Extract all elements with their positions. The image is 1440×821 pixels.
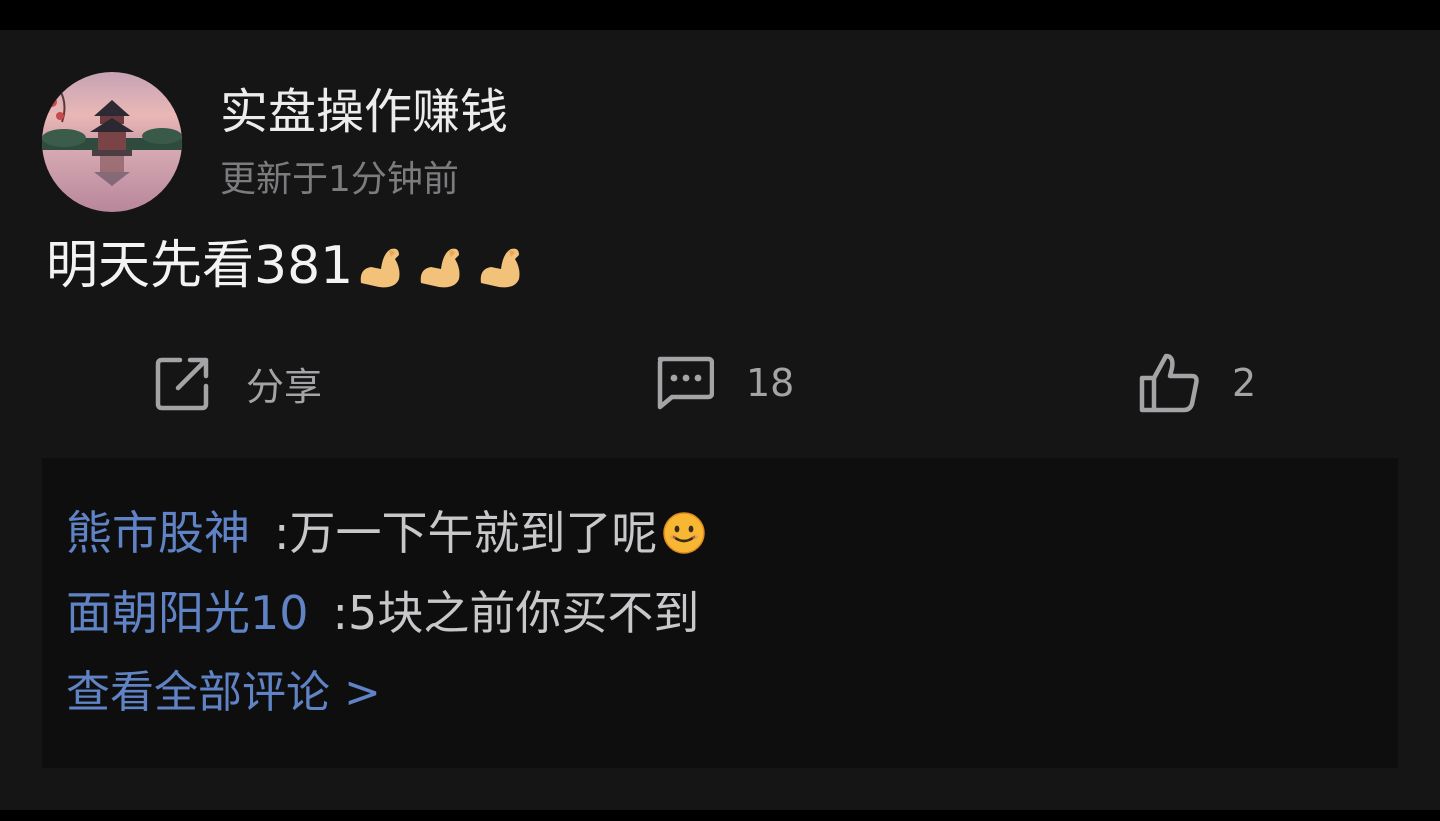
like-button[interactable]: 2 — [1138, 348, 1256, 418]
comment-item: 面朝阳光10 : 5块之前你买不到 — [66, 584, 699, 642]
screen: 实盘操作赚钱 更新于1分钟前 明天先看381 分享 18 2 熊市股神: 万一… — [0, 0, 1440, 821]
comment-author[interactable]: 面朝阳光10 — [66, 584, 309, 642]
flexed-biceps-icon — [480, 248, 520, 288]
avatar[interactable] — [42, 72, 182, 212]
share-button[interactable]: 分享 — [154, 348, 322, 418]
post-content: 明天先看381 — [46, 234, 529, 298]
pavilion-avatar-image — [42, 72, 182, 212]
post-author[interactable]: 实盘操作赚钱 — [220, 82, 508, 142]
post-card[interactable]: 实盘操作赚钱 更新于1分钟前 明天先看381 分享 18 2 熊市股神: 万一… — [0, 30, 1440, 810]
comment-separator: : — [274, 506, 290, 560]
view-all-comments-link[interactable]: 查看全部评论 > — [66, 664, 381, 722]
smiling-face-icon — [662, 512, 705, 554]
share-label: 分享 — [246, 364, 323, 409]
post-timestamp: 更新于1分钟前 — [220, 159, 459, 200]
flexed-biceps-icon — [420, 248, 460, 288]
emoji-row — [355, 239, 529, 293]
comment-separator: : — [332, 586, 349, 640]
comment-text: 万一下午就到了呢 — [289, 506, 658, 560]
comment-count: 18 — [746, 361, 795, 405]
like-count: 2 — [1232, 361, 1257, 405]
comment-author[interactable]: 熊市股神 — [66, 504, 250, 562]
post-text: 明天先看381 — [46, 236, 354, 296]
comment-button[interactable]: 18 — [654, 348, 794, 418]
share-icon — [154, 354, 212, 412]
comments-preview: 熊市股神 : 万一下午就到了呢 面朝阳光10 : 5块之前你买不到 查看全部评论… — [42, 458, 1398, 768]
flexed-biceps-icon — [360, 248, 400, 288]
thumbs-up-icon — [1138, 352, 1202, 414]
comment-text: 5块之前你买不到 — [348, 586, 700, 640]
comment-icon — [654, 355, 714, 411]
comment-item: 熊市股神 : 万一下午就到了呢 — [66, 504, 706, 562]
